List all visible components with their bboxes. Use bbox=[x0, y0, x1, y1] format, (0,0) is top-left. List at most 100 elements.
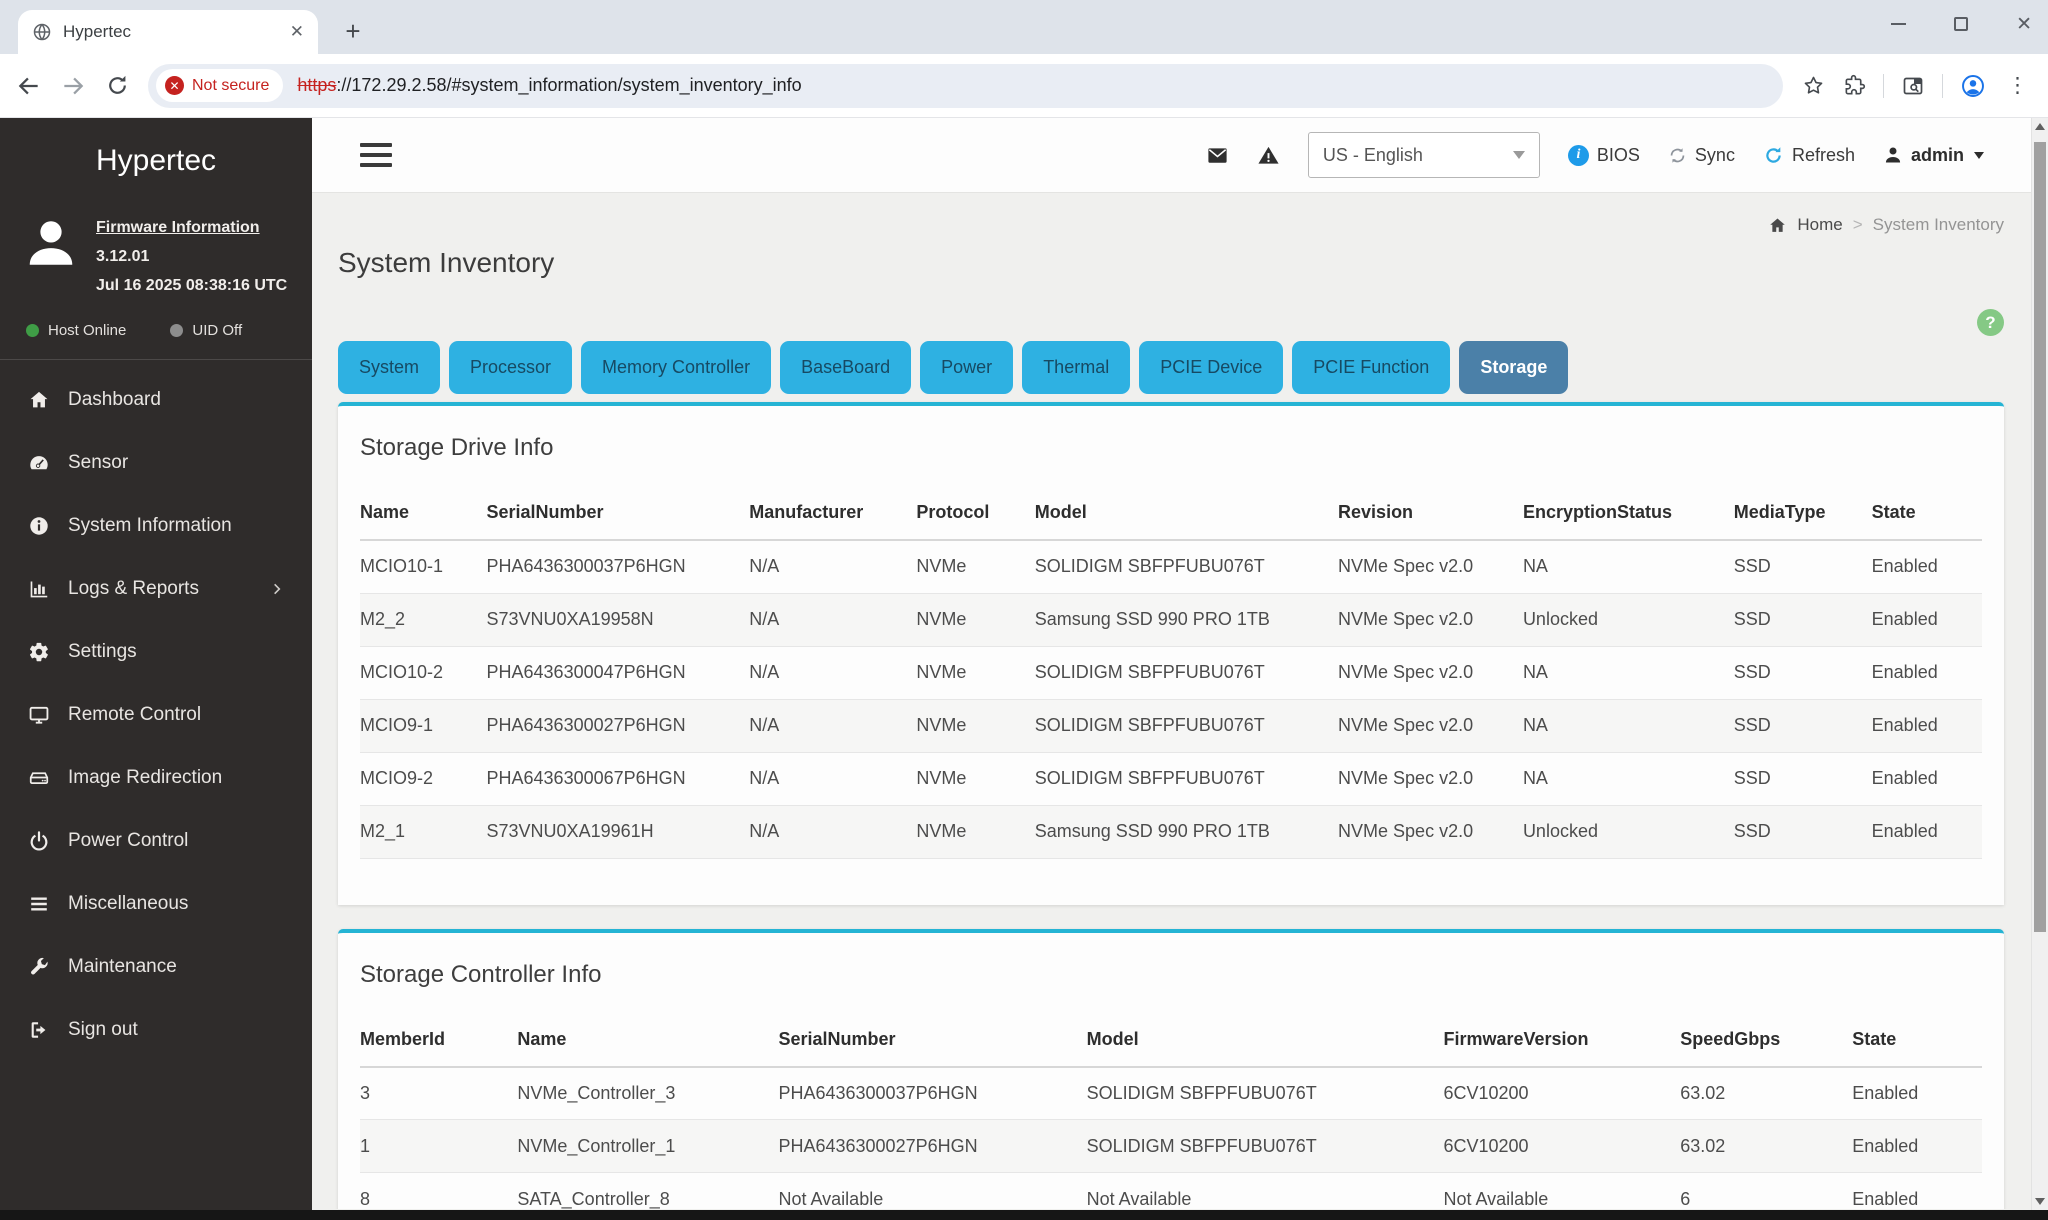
sidebar-item-label: Image Redirection bbox=[68, 766, 223, 788]
scrollbar-thumb[interactable] bbox=[2034, 142, 2046, 932]
sign-out-icon bbox=[26, 1018, 52, 1042]
sidebar-item-label: Miscellaneous bbox=[68, 892, 189, 914]
scrollbar-down-arrow[interactable] bbox=[2032, 1193, 2048, 1210]
table-cell: 6 bbox=[1680, 1172, 1853, 1209]
table-row: MCIO9-2 PHA6436300067P6HGN N/A NVMe SOLIDIGM… bbox=[360, 752, 1982, 806]
window-close-button[interactable]: ✕ bbox=[2016, 13, 2032, 36]
column-header-state: State bbox=[1871, 486, 1982, 541]
browser-menu-icon[interactable]: ⋮ bbox=[2003, 73, 2032, 98]
sidebar-item-label: Maintenance bbox=[68, 955, 177, 977]
not-secure-badge[interactable]: ✕ Not secure bbox=[156, 69, 284, 102]
bookmark-star-icon[interactable] bbox=[1801, 74, 1825, 98]
table-cell: NA bbox=[1522, 699, 1734, 753]
breadcrumb-home-icon bbox=[1768, 216, 1787, 235]
tab-baseboard[interactable]: BaseBoard bbox=[780, 341, 912, 394]
sidebar-item-miscellaneous[interactable]: Miscellaneous bbox=[0, 872, 312, 935]
tab-pcie-device[interactable]: PCIE Device bbox=[1139, 341, 1284, 394]
hamburger-menu-icon[interactable] bbox=[360, 143, 392, 167]
window-maximize-button[interactable] bbox=[1954, 17, 1969, 31]
column-header-firmwareversion: FirmwareVersion bbox=[1443, 1012, 1681, 1068]
tab-close-icon[interactable]: ✕ bbox=[290, 22, 304, 42]
sync-button[interactable]: Sync bbox=[1668, 145, 1735, 166]
firmware-information-link[interactable]: Firmware Information bbox=[96, 214, 260, 243]
bar-chart-icon bbox=[26, 577, 52, 601]
sidebar-item-power-control[interactable]: Power Control bbox=[0, 809, 312, 872]
bios-button[interactable]: i BIOS bbox=[1567, 144, 1640, 166]
window-minimize-button[interactable] bbox=[1891, 23, 1907, 25]
hdd-icon bbox=[26, 766, 52, 790]
inventory-tabs: System Processor Memory Controller BaseBoar… bbox=[338, 341, 2004, 394]
tab-system[interactable]: System bbox=[338, 341, 441, 394]
sidebar-item-remote-control[interactable]: Remote Control bbox=[0, 683, 312, 746]
refresh-button[interactable]: Refresh bbox=[1763, 145, 1855, 166]
sidebar-item-dashboard[interactable]: Dashboard bbox=[0, 368, 312, 431]
tab-thermal[interactable]: Thermal bbox=[1022, 341, 1131, 394]
table-cell: 63.02 bbox=[1680, 1119, 1853, 1173]
column-header-revision: Revision bbox=[1338, 486, 1523, 541]
table-cell: MCIO9-1 bbox=[360, 699, 487, 753]
browser-tab[interactable]: Hypertec ✕ bbox=[18, 10, 318, 54]
table-cell: NVMe bbox=[916, 593, 1035, 647]
scrollbar-up-arrow[interactable] bbox=[2032, 118, 2048, 135]
sidebar-item-label: Sensor bbox=[68, 451, 129, 473]
toolbar-actions: ⋮ bbox=[1801, 73, 2032, 99]
url-bar[interactable]: ✕ Not secure https://172.29.2.58/#system… bbox=[148, 63, 1783, 108]
table-cell: NA bbox=[1522, 646, 1734, 700]
toolbar-separator bbox=[1883, 73, 1884, 98]
mail-icon[interactable] bbox=[1206, 144, 1229, 167]
column-header-serialnumber: SerialNumber bbox=[486, 486, 750, 541]
table-cell: MCIO9-2 bbox=[360, 752, 487, 806]
tab-processor[interactable]: Processor bbox=[449, 341, 573, 394]
sidebar-item-label: Settings bbox=[68, 640, 137, 662]
select-caret-icon bbox=[1512, 151, 1525, 159]
back-button-icon[interactable] bbox=[16, 73, 42, 99]
monitor-icon bbox=[26, 703, 52, 727]
table-cell: 1 bbox=[360, 1119, 518, 1173]
sidebar-item-sign-out[interactable]: Sign out bbox=[0, 998, 312, 1061]
language-select[interactable]: US - English bbox=[1307, 132, 1540, 178]
tab-memory-controller[interactable]: Memory Controller bbox=[581, 341, 772, 394]
bios-info-icon: i bbox=[1567, 144, 1589, 166]
table-cell: SSD bbox=[1733, 540, 1872, 594]
sidebar-item-label: Sign out bbox=[68, 1018, 138, 1040]
user-name: admin bbox=[1910, 144, 1964, 165]
breadcrumb-separator: > bbox=[1852, 215, 1863, 234]
tab-pcie-function[interactable]: PCIE Function bbox=[1292, 341, 1451, 394]
column-header-state: State bbox=[1852, 1012, 1982, 1068]
table-cell: PHA6436300067P6HGN bbox=[486, 752, 750, 806]
sidebar-item-settings[interactable]: Settings bbox=[0, 620, 312, 683]
table-cell: NVMe bbox=[916, 752, 1035, 806]
tab-power[interactable]: Power bbox=[920, 341, 1014, 394]
table-cell: NVMe bbox=[916, 540, 1035, 594]
sidebar-item-system-information[interactable]: System Information bbox=[0, 494, 312, 557]
breadcrumb-home-link[interactable]: Home bbox=[1797, 215, 1842, 235]
reload-button-icon[interactable] bbox=[104, 73, 130, 99]
table-cell: N/A bbox=[749, 593, 917, 647]
sidebar-item-maintenance[interactable]: Maintenance bbox=[0, 935, 312, 998]
browser-tab-strip: Hypertec ✕ + ✕ bbox=[0, 0, 2048, 54]
brand-title: Hypertec bbox=[95, 144, 217, 177]
new-tab-button[interactable]: + bbox=[336, 14, 370, 48]
extensions-icon[interactable] bbox=[1842, 74, 1866, 98]
home-icon bbox=[26, 388, 52, 412]
storage-controller-table: MemberId Name SerialNumber Model FirmwareVer… bbox=[360, 1012, 1982, 1209]
browser-profile-icon[interactable] bbox=[1960, 73, 1986, 99]
warning-icon[interactable] bbox=[1257, 144, 1280, 167]
bars-icon bbox=[26, 892, 52, 916]
column-header-speedgbps: SpeedGbps bbox=[1680, 1012, 1853, 1068]
sidebar-item-image-redirection[interactable]: Image Redirection bbox=[0, 746, 312, 809]
sidebar-item-sensor[interactable]: Sensor bbox=[0, 431, 312, 494]
help-button[interactable]: ? bbox=[1977, 309, 2004, 336]
sidebar-item-label: Power Control bbox=[68, 829, 189, 851]
tab-storage[interactable]: Storage bbox=[1459, 341, 1569, 394]
table-cell: N/A bbox=[749, 699, 917, 753]
user-menu[interactable]: admin bbox=[1883, 145, 1984, 166]
sidebar-item-logs-reports[interactable]: Logs & Reports bbox=[0, 557, 312, 620]
user-icon bbox=[1883, 145, 1903, 165]
page-scrollbar[interactable] bbox=[2031, 118, 2048, 1210]
table-cell: SOLIDIGM SBFPFUBU076T bbox=[1086, 1119, 1444, 1173]
search-tabs-icon[interactable] bbox=[1901, 74, 1925, 98]
table-cell: MCIO10-2 bbox=[360, 646, 487, 700]
table-cell: Enabled bbox=[1852, 1172, 1982, 1209]
forward-button-icon[interactable] bbox=[60, 73, 86, 99]
